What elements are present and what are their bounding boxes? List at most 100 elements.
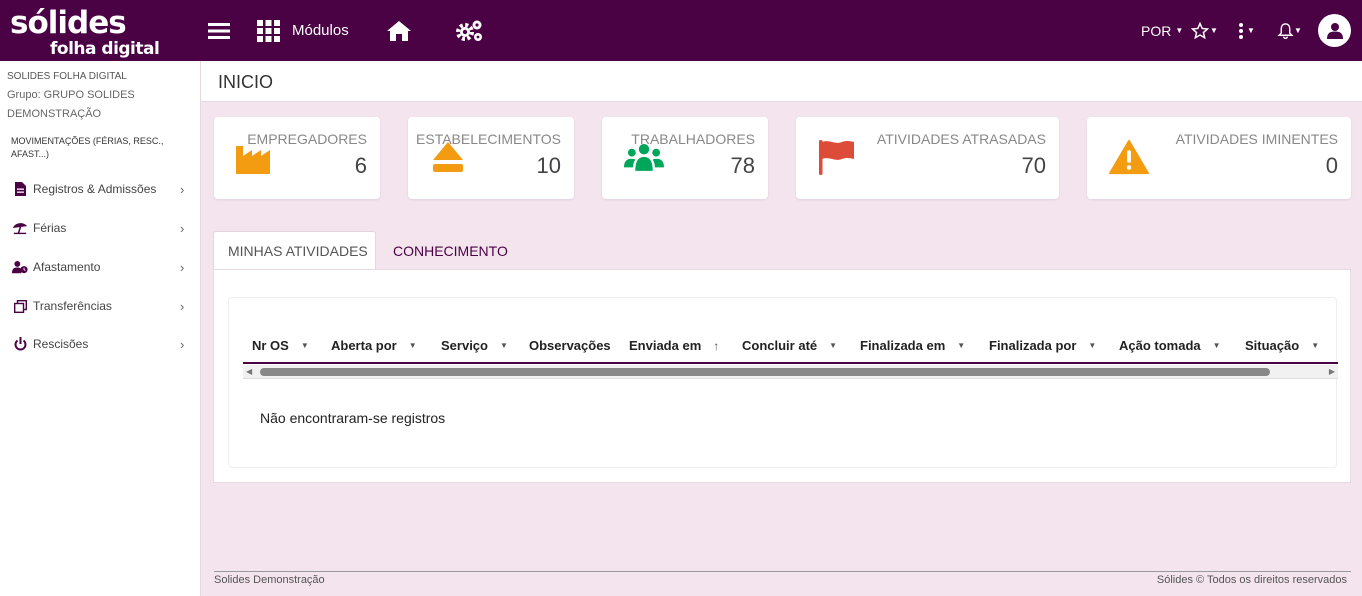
card-value: 6 bbox=[354, 153, 367, 178]
scrollbar-thumb[interactable] bbox=[260, 368, 1270, 376]
column-title: Situação bbox=[1245, 338, 1300, 353]
clone-icon bbox=[12, 298, 28, 314]
movimentacoes-heading: MOVIMENTAÇÕES (FÉRIAS, RESC., AFAST...) bbox=[11, 136, 164, 159]
column-header-concluir-ate[interactable]: Concluir até ▼ bbox=[742, 338, 837, 353]
caret-down-icon[interactable]: ▼ bbox=[957, 341, 965, 350]
settings-button[interactable] bbox=[455, 0, 485, 61]
card-estabelecimentos[interactable]: ESTABELECIMENTOS 10 bbox=[408, 117, 574, 199]
chevron-right-icon: › bbox=[180, 298, 185, 314]
sidebar-item-label: Afastamento bbox=[33, 260, 101, 274]
home-icon bbox=[387, 20, 411, 41]
user-icon bbox=[1326, 23, 1343, 39]
column-title: Nr OS bbox=[252, 338, 289, 353]
card-label: ATIVIDADES ATRASADAS bbox=[876, 131, 1046, 147]
user-clock-icon bbox=[12, 259, 28, 275]
column-header-situacao[interactable]: Situação ▼ bbox=[1245, 338, 1319, 353]
activities-panel: Nr OS ▼ Aberta por ▼ Serviço ▼ Observaçõ… bbox=[213, 269, 1351, 483]
sidebar-item-label: Férias bbox=[33, 221, 67, 235]
tab-minhas-atividades[interactable]: MINHAS ATIVIDADES bbox=[213, 231, 376, 270]
column-title: Concluir até bbox=[742, 338, 818, 353]
caret-down-icon[interactable]: ▼ bbox=[1311, 341, 1319, 350]
scroll-left-icon[interactable]: ◀ bbox=[246, 367, 252, 376]
empty-state-message: Não encontraram-se registros bbox=[260, 410, 446, 426]
card-trabalhadores[interactable]: TRABALHADORES 78 bbox=[602, 117, 768, 199]
modulos-button[interactable]: Módulos bbox=[257, 0, 349, 61]
column-header-observacoes[interactable]: Observações bbox=[529, 338, 611, 353]
chevron-right-icon: › bbox=[180, 220, 185, 236]
chevron-right-icon: › bbox=[180, 181, 185, 197]
scroll-right-icon[interactable]: ▶ bbox=[1329, 367, 1335, 376]
sidebar-item-label: Rescisões bbox=[33, 337, 89, 351]
header-divider bbox=[243, 362, 1338, 364]
hamburger-icon bbox=[208, 22, 230, 39]
language-label: POR bbox=[1141, 22, 1172, 39]
sidebar-item-rescisoes[interactable]: Rescisões › bbox=[0, 329, 201, 359]
caret-down-icon[interactable]: ▼ bbox=[829, 341, 837, 350]
sort-ascending-icon[interactable]: ↑ bbox=[713, 339, 719, 353]
avatar bbox=[1318, 14, 1351, 47]
footer-divider bbox=[214, 571, 1351, 572]
caret-down-icon[interactable]: ▼ bbox=[1213, 341, 1221, 350]
sidebar-item-afastamento[interactable]: Afastamento › bbox=[0, 252, 201, 282]
card-label: ATIVIDADES IMINENTES bbox=[1175, 131, 1338, 147]
column-title: Aberta por bbox=[331, 338, 397, 353]
column-header-enviada-em[interactable]: Enviada em ↑ bbox=[629, 338, 719, 353]
sidebar-item-ferias[interactable]: Férias › bbox=[0, 213, 201, 243]
column-header-finalizada-por[interactable]: Finalizada por ▼ bbox=[989, 338, 1096, 353]
column-header-servico[interactable]: Serviço ▼ bbox=[441, 338, 508, 353]
top-navbar: sólides folha digital Módulos POR ▼ ▼ ▼ … bbox=[0, 0, 1362, 61]
caret-down-icon[interactable]: ▼ bbox=[301, 341, 309, 350]
favorites-button[interactable]: ▼ bbox=[1191, 0, 1218, 61]
company-name: SOLIDES FOLHA DIGITAL bbox=[7, 71, 127, 82]
chevron-right-icon: › bbox=[180, 336, 185, 352]
chevron-down-icon: ▼ bbox=[1175, 26, 1184, 35]
user-menu-button[interactable] bbox=[1318, 0, 1351, 61]
notifications-button[interactable]: ▼ bbox=[1277, 0, 1302, 61]
sidebar-item-label: Transferências bbox=[33, 299, 112, 313]
file-icon bbox=[12, 181, 28, 197]
vertical-dots-icon bbox=[1239, 22, 1243, 39]
column-title: Enviada em bbox=[629, 338, 702, 353]
language-selector[interactable]: POR ▼ bbox=[1141, 0, 1183, 61]
beach-umbrella-icon bbox=[12, 220, 28, 236]
group-name: Grupo: GRUPO SOLIDES DEMONSTRAÇÃO bbox=[7, 89, 135, 120]
column-header-finalizada-em[interactable]: Finalizada em ▼ bbox=[860, 338, 965, 353]
sidebar-item-registros[interactable]: Registros & Admissões › bbox=[0, 174, 201, 204]
card-value: 70 bbox=[1021, 153, 1046, 178]
more-options-button[interactable]: ▼ bbox=[1239, 0, 1255, 61]
column-header-nr-os[interactable]: Nr OS ▼ bbox=[252, 338, 309, 353]
sidebar: SOLIDES FOLHA DIGITAL Grupo: GRUPO SOLID… bbox=[0, 61, 201, 596]
card-label: EMPREGADORES bbox=[247, 131, 367, 147]
page-title: INICIO bbox=[218, 72, 274, 92]
chevron-down-icon: ▼ bbox=[1294, 26, 1302, 35]
activities-grid: Nr OS ▼ Aberta por ▼ Serviço ▼ Observaçõ… bbox=[228, 297, 1338, 468]
footer-company: Solides Demonstração bbox=[214, 574, 325, 586]
caret-down-icon[interactable]: ▼ bbox=[1088, 341, 1096, 350]
caret-down-icon[interactable]: ▼ bbox=[409, 341, 417, 350]
column-title: Observações bbox=[529, 338, 611, 353]
card-value: 0 bbox=[1325, 153, 1338, 178]
warning-icon bbox=[1109, 139, 1149, 175]
column-header-aberta-por[interactable]: Aberta por ▼ bbox=[331, 338, 417, 353]
column-title: Ação tomada bbox=[1119, 338, 1201, 353]
column-header-acao-tomada[interactable]: Ação tomada ▼ bbox=[1119, 338, 1221, 353]
card-atividades-iminentes[interactable]: ATIVIDADES IMINENTES 0 bbox=[1087, 117, 1351, 199]
card-atividades-atrasadas[interactable]: ATIVIDADES ATRASADAS 70 bbox=[796, 117, 1059, 199]
chevron-down-icon: ▼ bbox=[1247, 26, 1255, 35]
tab-conhecimento[interactable]: CONHECIMENTO bbox=[393, 231, 508, 270]
chevron-right-icon: › bbox=[180, 259, 185, 275]
brand-logo[interactable]: sólides folha digital bbox=[10, 6, 160, 59]
sidebar-item-transferencias[interactable]: Transferências › bbox=[0, 291, 201, 321]
star-icon bbox=[1191, 21, 1209, 39]
card-value: 78 bbox=[730, 153, 755, 178]
column-title: Finalizada por bbox=[989, 338, 1077, 353]
menu-toggle-button[interactable] bbox=[208, 0, 230, 61]
card-label: TRABALHADORES bbox=[631, 131, 755, 147]
horizontal-scrollbar[interactable]: ◀ ▶ bbox=[243, 365, 1338, 379]
chevron-down-icon: ▼ bbox=[1210, 26, 1218, 35]
home-button[interactable] bbox=[386, 0, 412, 61]
card-empregadores[interactable]: EMPREGADORES 6 bbox=[214, 117, 380, 199]
card-label: ESTABELECIMENTOS bbox=[416, 131, 561, 147]
caret-down-icon[interactable]: ▼ bbox=[500, 341, 508, 350]
footer-copyright: Sólides © Todos os direitos reservados bbox=[1156, 574, 1347, 586]
